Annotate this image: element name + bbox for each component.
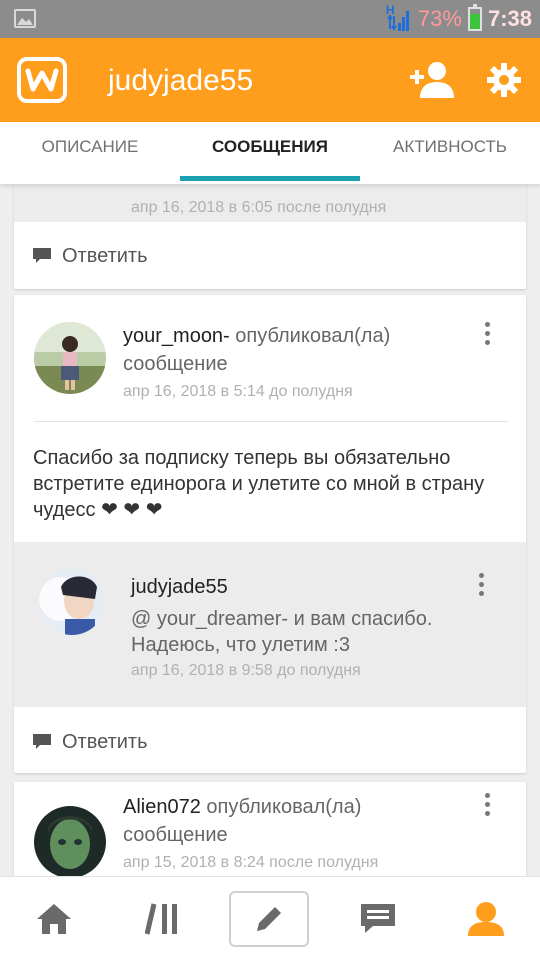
- reply-button[interactable]: Ответить: [32, 727, 148, 757]
- divider: [34, 421, 508, 422]
- page-title: judyjade55: [108, 64, 254, 97]
- messages-feed[interactable]: апр 16, 2018 в 6:05 после полудня Ответи…: [0, 184, 540, 876]
- settings-gear-icon[interactable]: [486, 62, 522, 98]
- reply-text: @ your_dreamer- и вам спасибо. Надеюсь, …: [131, 608, 433, 656]
- post-body: Спасибо за подписку теперь вы обязательн…: [33, 447, 485, 521]
- message-card: your_moon- опубликовал(ла) сообщение апр…: [14, 295, 526, 773]
- clock: 7:38: [487, 6, 532, 31]
- more-options-icon[interactable]: [482, 322, 492, 348]
- tab-activity[interactable]: АКТИВНОСТЬ: [360, 122, 540, 184]
- avatar[interactable]: [34, 806, 106, 876]
- active-tab-indicator: [180, 176, 360, 181]
- post-action-noun: сообщение: [123, 824, 228, 846]
- messages-icon: [361, 904, 395, 933]
- pencil-icon: [257, 907, 281, 931]
- reply-author[interactable]: judyjade55: [131, 576, 228, 599]
- battery-icon: [467, 4, 482, 31]
- nav-write[interactable]: [229, 891, 309, 947]
- post-action: опубликовал(ла): [229, 325, 391, 347]
- post-header: Alien072 опубликовал(ла) сообщение: [123, 794, 483, 850]
- battery-percent: 73%: [417, 6, 462, 31]
- home-icon: [37, 904, 71, 934]
- profile-tabs: ОПИСАНИЕ СООБЩЕНИЯ АКТИВНОСТЬ: [0, 122, 540, 184]
- follow-user-icon[interactable]: [410, 60, 454, 100]
- library-icon: [145, 903, 177, 935]
- more-options-icon[interactable]: [476, 573, 486, 599]
- author-name[interactable]: your_moon-: [123, 325, 230, 347]
- avatar[interactable]: [34, 322, 106, 394]
- nav-profile[interactable]: [446, 891, 526, 947]
- more-options-icon[interactable]: [482, 793, 492, 819]
- avatar[interactable]: [39, 569, 105, 635]
- message-card: Alien072 опубликовал(ла) сообщение апр 1…: [14, 782, 526, 876]
- post-timestamp: апр 15, 2018 в 8:24 после полудня: [123, 854, 379, 871]
- post-timestamp: апр 16, 2018 в 5:14 до полудня: [123, 383, 353, 400]
- profile-icon: [468, 902, 504, 936]
- gallery-notification-icon: [14, 9, 36, 28]
- wattpad-logo-icon[interactable]: [17, 57, 67, 103]
- reply-block: judyjade55 @ your_dreamer- и вам спасибо…: [14, 542, 526, 707]
- signal-icon: H: [386, 3, 412, 33]
- author-name[interactable]: Alien072: [123, 796, 201, 818]
- nav-home[interactable]: [14, 891, 94, 947]
- app-bar: judyjade55: [0, 38, 540, 122]
- post-action: опубликовал(ла): [200, 796, 362, 818]
- speech-bubble-icon: [33, 734, 51, 749]
- nav-messages[interactable]: [338, 891, 418, 947]
- bottom-navigation: [0, 876, 540, 960]
- message-card: апр 16, 2018 в 6:05 после полудня Ответи…: [14, 184, 526, 289]
- reply-block: апр 16, 2018 в 6:05 после полудня: [14, 184, 526, 222]
- reply-timestamp: апр 16, 2018 в 6:05 после полудня: [131, 199, 387, 216]
- tab-messages[interactable]: СООБЩЕНИЯ: [180, 122, 360, 184]
- nav-library[interactable]: [123, 891, 203, 947]
- reply-button[interactable]: Ответить: [32, 241, 148, 271]
- post-header: your_moon- опубликовал(ла) сообщение: [123, 323, 483, 379]
- post-action-noun: сообщение: [123, 353, 228, 375]
- reply-timestamp: апр 16, 2018 в 9:58 до полудня: [131, 662, 361, 679]
- tab-description[interactable]: ОПИСАНИЕ: [0, 122, 180, 184]
- speech-bubble-icon: [33, 248, 51, 263]
- status-bar: H 73% 7:38: [0, 0, 540, 38]
